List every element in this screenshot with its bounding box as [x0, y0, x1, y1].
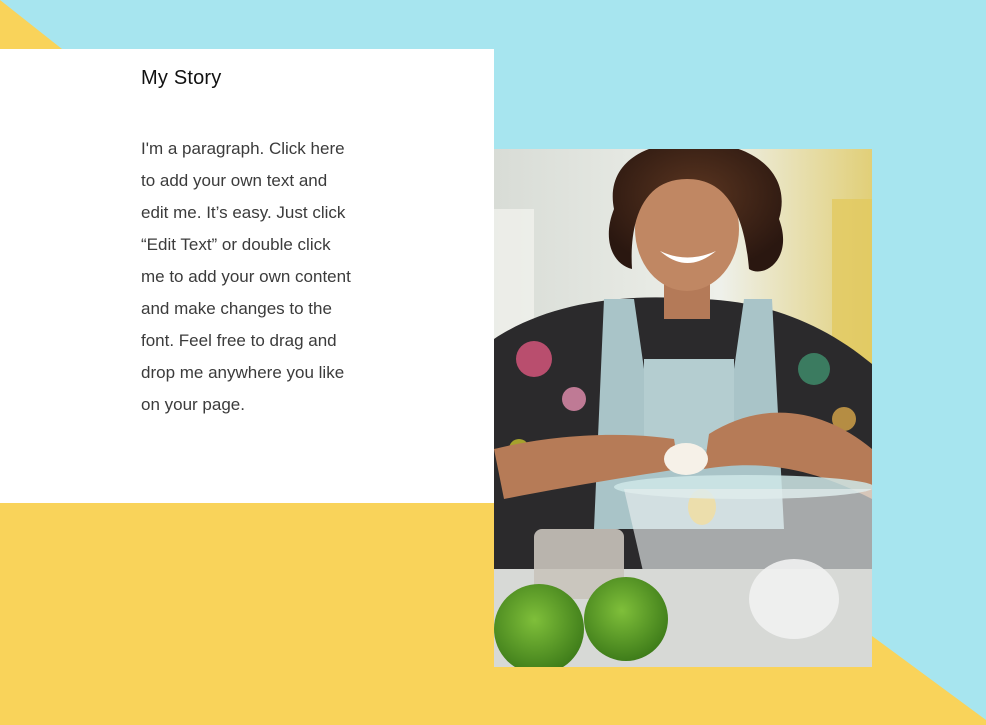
section-title[interactable]: My Story	[141, 67, 222, 90]
page-canvas: My Story I'm a paragraph. Click here to …	[0, 0, 986, 725]
photo-illustration	[494, 149, 872, 667]
story-photo[interactable]	[494, 149, 872, 667]
story-paragraph[interactable]: I'm a paragraph. Click here to add your …	[141, 133, 356, 421]
